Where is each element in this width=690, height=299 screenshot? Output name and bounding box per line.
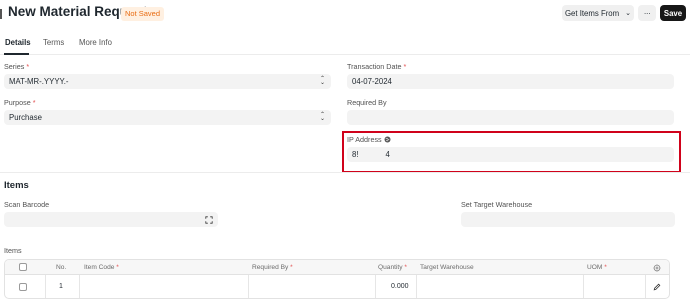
edit-icon[interactable] — [653, 283, 661, 291]
section-divider — [0, 172, 690, 173]
active-tab-indicator — [4, 53, 29, 55]
scan-barcode-input[interactable] — [4, 212, 218, 227]
purpose-label: Purpose * — [4, 98, 36, 107]
scan-barcode-label: Scan Barcode — [4, 200, 50, 209]
header-quantity: Quantity * — [378, 264, 407, 271]
scan-icon[interactable] — [205, 215, 213, 224]
header-uom: UOM * — [587, 264, 607, 271]
tab-terms[interactable]: Terms — [43, 38, 64, 47]
header-no: No. — [56, 264, 67, 271]
column-divider — [45, 275, 46, 298]
select-arrows-icon: ⌃ ⌄ — [319, 112, 325, 122]
series-value: MAT-MR-.YYYY.- — [9, 77, 69, 86]
column-divider — [416, 275, 417, 298]
header-item-code: Item Code * — [84, 264, 119, 271]
set-target-warehouse-input[interactable] — [461, 212, 675, 227]
transaction-date-value: 04-07-2024 — [352, 77, 392, 86]
ip-address-value-right: 4 — [385, 150, 390, 159]
sidebar-toggle-mark[interactable] — [0, 9, 3, 19]
column-divider — [79, 275, 80, 298]
purpose-select[interactable]: Purchase ⌃ ⌄ — [4, 110, 331, 125]
chevron-down-icon: ⌄ — [625, 10, 632, 17]
tab-details[interactable]: Details — [5, 38, 31, 47]
column-divider — [583, 275, 584, 298]
ip-address-value-left: 8! — [352, 150, 359, 159]
settings-icon[interactable] — [653, 263, 661, 272]
get-items-from-label: Get Items From — [564, 8, 620, 18]
select-all-checkbox[interactable] — [19, 263, 27, 271]
row-checkbox[interactable] — [19, 283, 27, 291]
status-badge: Not Saved — [121, 7, 165, 21]
more-actions-button[interactable]: ··· — [638, 5, 656, 21]
select-arrows-icon: ⌃ ⌄ — [319, 76, 325, 86]
save-button[interactable]: Save — [660, 5, 686, 21]
column-divider — [375, 275, 376, 298]
column-divider — [645, 275, 646, 298]
header-required-by: Required By * — [252, 264, 293, 271]
globe-icon — [384, 136, 391, 143]
ip-address-input[interactable]: 8! 4 — [347, 147, 674, 162]
required-by-input[interactable] — [347, 110, 674, 125]
items-table-label: Items — [4, 246, 22, 255]
column-divider — [248, 275, 249, 298]
series-select[interactable]: MAT-MR-.YYYY.- ⌃ ⌄ — [4, 74, 331, 89]
row-quantity[interactable]: 0.000 — [391, 283, 409, 290]
items-section-title: Items — [4, 180, 29, 191]
series-label: Series * — [4, 62, 30, 71]
set-target-warehouse-label: Set Target Warehouse — [461, 200, 533, 209]
tabs-divider — [0, 54, 690, 55]
ip-address-label: IP Address — [347, 135, 391, 144]
items-table-header: No. Item Code * Required By * Quantity *… — [5, 260, 669, 275]
items-table: No. Item Code * Required By * Quantity *… — [4, 259, 670, 299]
table-row[interactable]: 1 0.000 — [5, 275, 669, 298]
transaction-date-label: Transaction Date * — [347, 62, 407, 71]
required-by-label: Required By — [347, 98, 387, 107]
tab-more-info[interactable]: More Info — [79, 38, 112, 47]
row-no: 1 — [59, 283, 63, 290]
header-target-warehouse: Target Warehouse — [420, 264, 474, 271]
transaction-date-input[interactable]: 04-07-2024 — [347, 74, 674, 89]
purpose-value: Purchase — [9, 113, 42, 122]
get-items-from-button[interactable]: Get Items From ⌄ — [562, 5, 634, 21]
